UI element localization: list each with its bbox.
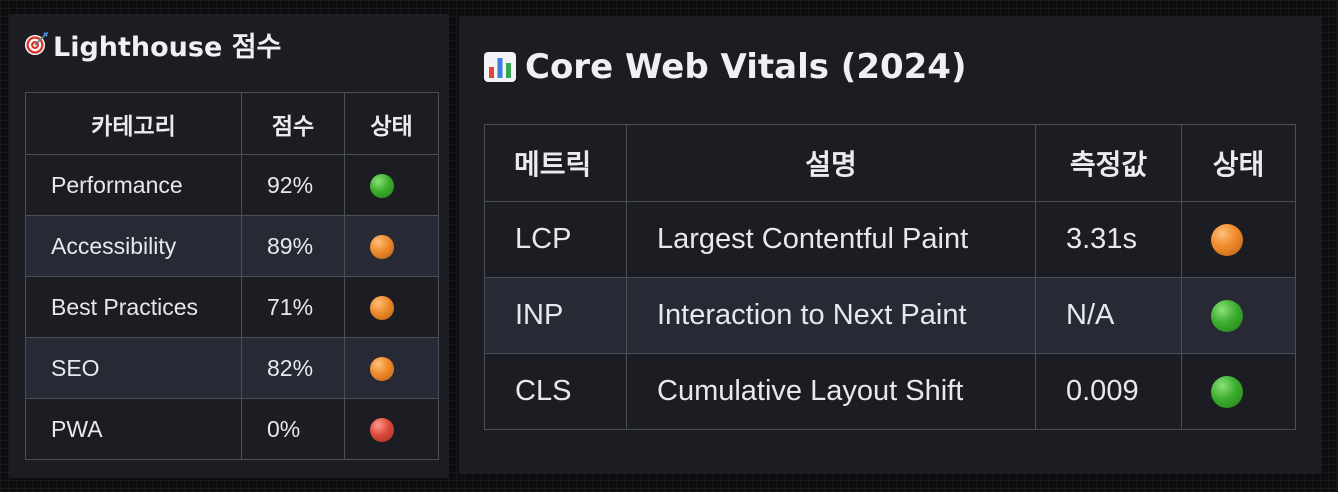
status-green-circle-icon bbox=[1211, 300, 1243, 333]
category-cell: SEO bbox=[25, 337, 242, 399]
status-cell bbox=[344, 154, 439, 216]
status-green-circle-icon bbox=[1211, 376, 1243, 409]
value-cell: 0.009 bbox=[1035, 353, 1182, 430]
table-row-inp: INP Interaction to Next Paint N/A bbox=[484, 277, 1296, 354]
column-header-description: 설명 bbox=[626, 124, 1036, 202]
table-row-best-practices: Best Practices 71% bbox=[25, 276, 439, 338]
core-web-vitals-title: Core Web Vitals (2024) bbox=[483, 44, 967, 90]
lighthouse-title: Lighthouse 점수 bbox=[23, 26, 282, 63]
status-cell bbox=[1181, 353, 1296, 430]
status-cell bbox=[344, 398, 439, 460]
table-header-row: 카테고리 점수 상태 bbox=[25, 92, 439, 155]
status-green-circle-icon bbox=[370, 174, 394, 199]
core-web-vitals-panel: Core Web Vitals (2024) 메트릭 설명 측정값 상태 LCP… bbox=[459, 16, 1322, 474]
status-orange-circle-icon bbox=[1211, 224, 1243, 257]
lighthouse-table: 카테고리 점수 상태 Performance 92% Accessibility 89… bbox=[25, 92, 439, 460]
status-cell bbox=[344, 337, 439, 399]
status-cell bbox=[1181, 277, 1296, 354]
table-header-row: 메트릭 설명 측정값 상태 bbox=[484, 124, 1296, 202]
description-cell: Cumulative Layout Shift bbox=[626, 353, 1036, 430]
bar-chart-icon bbox=[483, 50, 517, 84]
table-row-lcp: LCP Largest Contentful Paint 3.31s bbox=[484, 201, 1296, 278]
core-web-vitals-title-text: Core Web Vitals (2024) bbox=[525, 47, 967, 87]
score-cell: 82% bbox=[241, 337, 345, 399]
column-header-score: 점수 bbox=[241, 92, 345, 155]
status-cell bbox=[344, 276, 439, 338]
category-cell: PWA bbox=[25, 398, 242, 460]
column-header-status: 상태 bbox=[344, 92, 439, 155]
description-cell: Interaction to Next Paint bbox=[626, 277, 1036, 354]
status-cell bbox=[344, 215, 439, 277]
score-cell: 89% bbox=[241, 215, 345, 277]
value-cell: N/A bbox=[1035, 277, 1182, 354]
status-red-circle-icon bbox=[370, 418, 394, 443]
lighthouse-panel: Lighthouse 점수 카테고리 점수 상태 Performance 92% A… bbox=[9, 14, 449, 478]
status-cell bbox=[1181, 201, 1296, 278]
lighthouse-title-text: Lighthouse 점수 bbox=[53, 31, 282, 63]
status-orange-circle-icon bbox=[370, 235, 394, 260]
core-web-vitals-table: 메트릭 설명 측정값 상태 LCP Largest Contentful Pain… bbox=[484, 124, 1296, 430]
metric-cell: INP bbox=[484, 277, 627, 354]
table-row-accessibility: Accessibility 89% bbox=[25, 215, 439, 277]
score-cell: 92% bbox=[241, 154, 345, 216]
column-header-metric: 메트릭 bbox=[484, 124, 627, 202]
value-cell: 3.31s bbox=[1035, 201, 1182, 278]
direct-hit-target-icon bbox=[23, 31, 49, 57]
metric-cell: LCP bbox=[484, 201, 627, 278]
score-cell: 0% bbox=[241, 398, 345, 460]
column-header-value: 측정값 bbox=[1035, 124, 1182, 202]
metric-cell: CLS bbox=[484, 353, 627, 430]
status-orange-circle-icon bbox=[370, 296, 394, 321]
table-row-cls: CLS Cumulative Layout Shift 0.009 bbox=[484, 353, 1296, 430]
table-row-seo: SEO 82% bbox=[25, 337, 439, 399]
table-row-performance: Performance 92% bbox=[25, 154, 439, 216]
score-cell: 71% bbox=[241, 276, 345, 338]
category-cell: Accessibility bbox=[25, 215, 242, 277]
category-cell: Performance bbox=[25, 154, 242, 216]
status-orange-circle-icon bbox=[370, 357, 394, 382]
table-row-pwa: PWA 0% bbox=[25, 398, 439, 460]
category-cell: Best Practices bbox=[25, 276, 242, 338]
column-header-category: 카테고리 bbox=[25, 92, 242, 155]
description-cell: Largest Contentful Paint bbox=[626, 201, 1036, 278]
column-header-status: 상태 bbox=[1181, 124, 1296, 202]
